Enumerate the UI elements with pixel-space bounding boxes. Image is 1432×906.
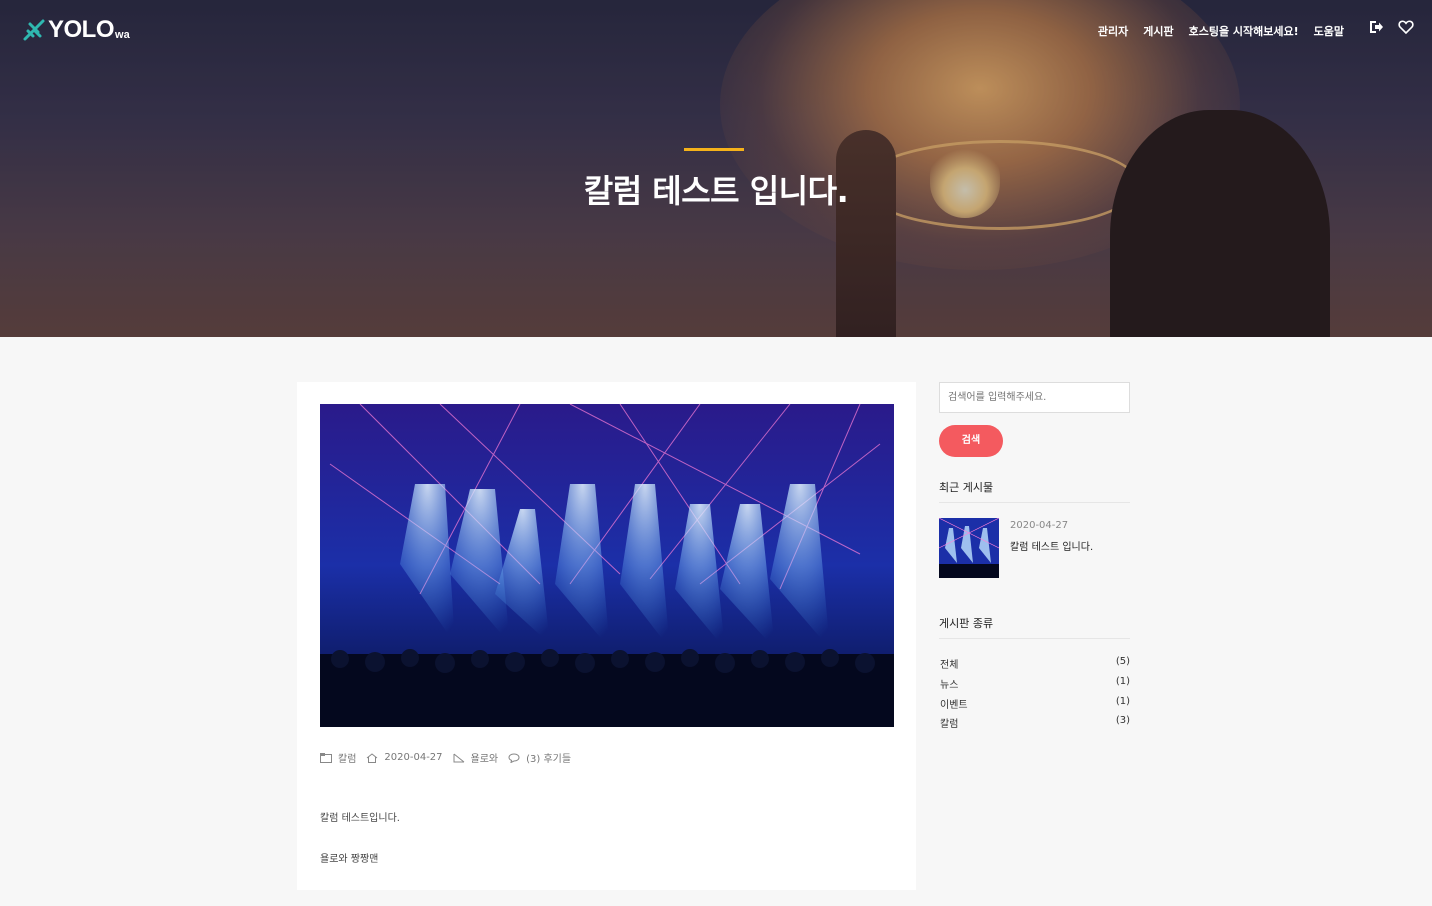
hero-title-accent xyxy=(684,148,744,151)
post-meta: 칼럼 2020-04-27 욜로와 (3) 후기들 xyxy=(320,750,581,765)
category-name: 전체 xyxy=(940,660,959,671)
category-count: (3) xyxy=(1115,715,1130,726)
recent-post-thumbnail[interactable] xyxy=(939,518,999,578)
categories-heading: 게시판 종류 xyxy=(939,617,994,630)
divider xyxy=(939,502,1130,503)
recent-post-title[interactable]: 칼럼 테스트 입니다. xyxy=(1010,538,1093,553)
logo-text: YOLO xyxy=(48,16,115,43)
category-item-column[interactable]: 칼럼 (3) xyxy=(940,715,1130,730)
recent-posts-heading: 최근 게시물 xyxy=(939,481,994,494)
nav-icon-group xyxy=(1368,19,1414,35)
post-comments[interactable]: (3) 후기들 xyxy=(508,750,571,765)
folder-icon xyxy=(320,752,332,763)
post-featured-image xyxy=(320,404,894,727)
main-nav: 관리자 게시판 호스팅을 시작해보세요! 도움말 xyxy=(1098,23,1344,39)
pen-icon xyxy=(453,753,464,762)
site-logo[interactable]: YOLO wa xyxy=(22,14,130,42)
category-count: (1) xyxy=(1115,676,1130,687)
comment-icon xyxy=(508,752,520,763)
category-item-all[interactable]: 전체 (5) xyxy=(940,656,1130,671)
post-category[interactable]: 칼럼 xyxy=(320,750,356,765)
category-name: 이벤트 xyxy=(940,700,968,711)
nav-hosting[interactable]: 호스팅을 시작해보세요! xyxy=(1189,23,1299,39)
post-paragraph: 욜로와 짱짱맨 xyxy=(320,854,379,865)
post-paragraph: 칼럼 테스트입니다. xyxy=(320,813,400,824)
recent-post-date: 2020-04-27 xyxy=(1010,520,1069,531)
category-item-event[interactable]: 이벤트 (1) xyxy=(940,696,1130,711)
post-author[interactable]: 욜로와 xyxy=(453,750,498,765)
post-date: 2020-04-27 xyxy=(366,752,443,763)
nav-help[interactable]: 도움말 xyxy=(1314,23,1344,39)
plane-logo-icon xyxy=(22,18,46,42)
hero-banner: YOLO wa 관리자 게시판 호스팅을 시작해보세요! 도움말 칼럼 테스트 … xyxy=(0,0,1432,337)
nav-admin[interactable]: 관리자 xyxy=(1098,23,1128,39)
logo-subtext: wa xyxy=(115,29,130,41)
category-name: 뉴스 xyxy=(940,680,959,691)
category-count: (1) xyxy=(1115,696,1130,707)
search-button[interactable]: 검색 xyxy=(939,425,1003,457)
divider xyxy=(939,638,1130,639)
home-icon xyxy=(367,752,378,763)
search-input[interactable] xyxy=(939,382,1130,413)
category-item-news[interactable]: 뉴스 (1) xyxy=(940,676,1130,691)
post-card: 칼럼 2020-04-27 욜로와 (3) 후기들 칼럼 테스트입니다. 욜로와… xyxy=(297,382,916,890)
logout-icon[interactable] xyxy=(1368,19,1384,35)
category-name: 칼럼 xyxy=(940,719,959,730)
heart-icon[interactable] xyxy=(1398,19,1414,35)
page-title: 칼럼 테스트 입니다. xyxy=(583,172,849,210)
nav-board[interactable]: 게시판 xyxy=(1143,23,1173,39)
category-count: (5) xyxy=(1115,656,1130,667)
